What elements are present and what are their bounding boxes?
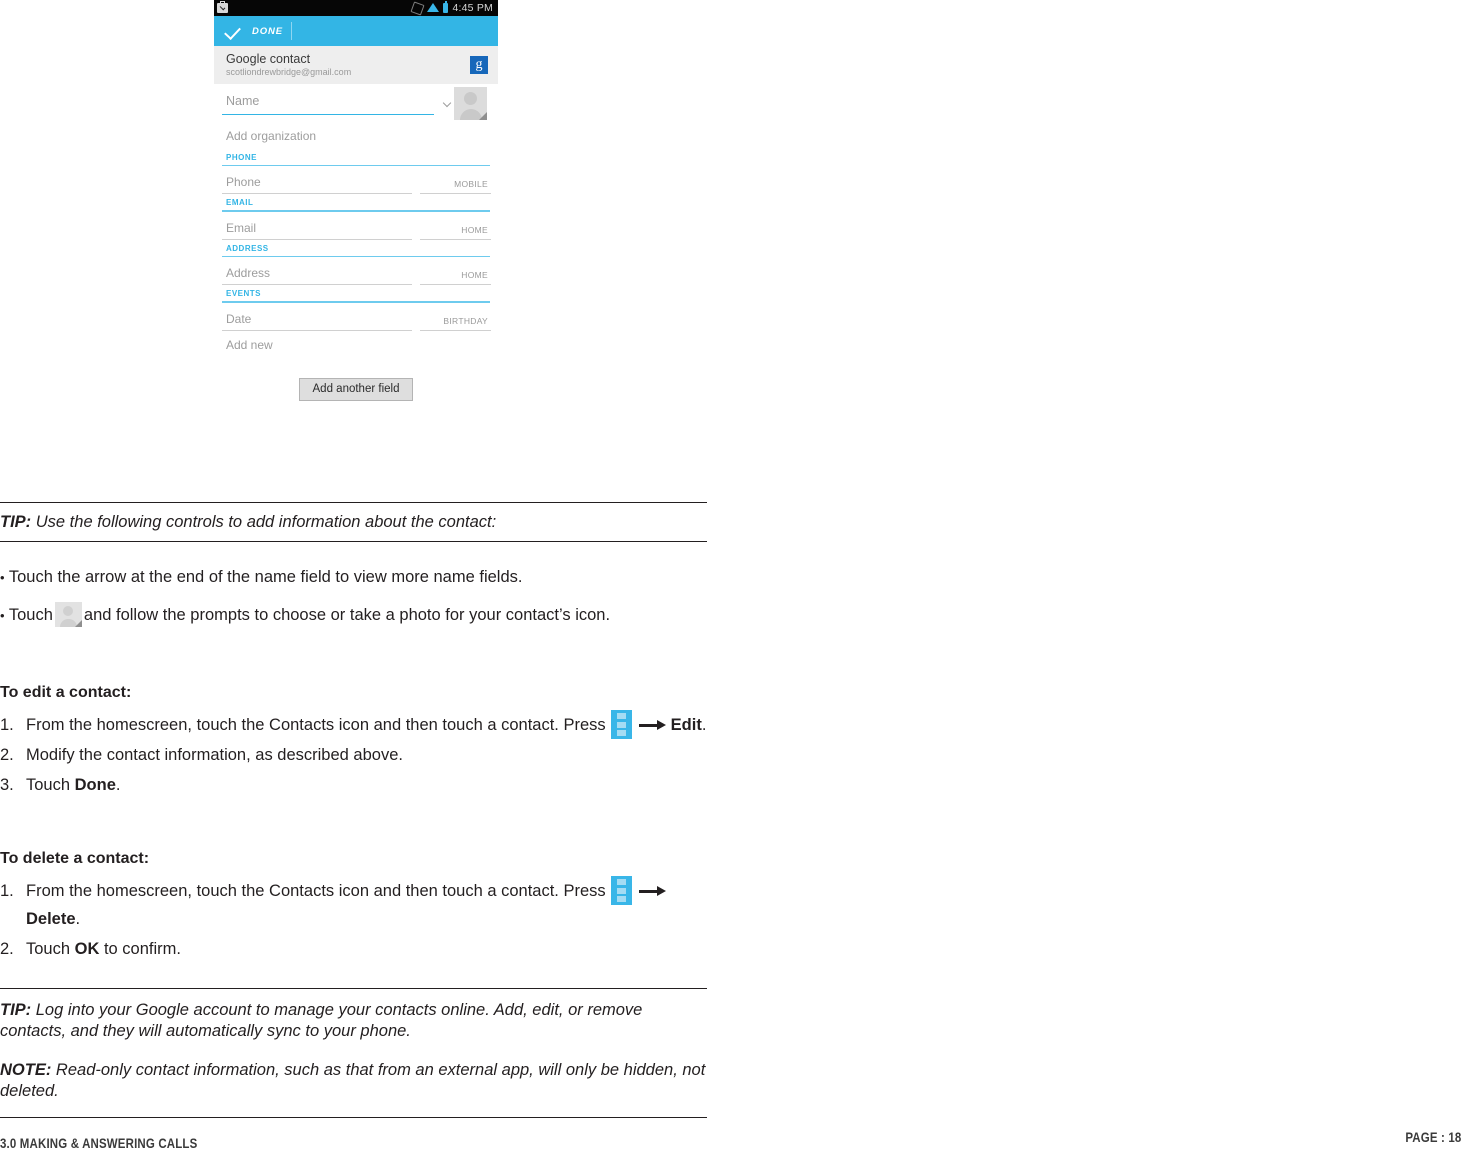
footer-section-label: 3.0 MAKING & ANSWERING CALLS (0, 1135, 198, 1151)
arrow-shaft (638, 890, 659, 893)
bullet-list: • Touch the arrow at the end of the name… (0, 563, 707, 639)
bullet-item-2-post: and follow the prompts to choose or take… (83, 606, 611, 624)
arrow-right-icon (638, 719, 667, 731)
step-number: 2. (0, 940, 14, 958)
bullet-dot: • (0, 570, 5, 585)
arrow-right-icon (638, 885, 667, 897)
bullet-item-1-text: Touch the arrow at the end of the name f… (8, 568, 523, 586)
overflow-menu-icon (610, 876, 632, 905)
step-delete-1-text: From the homescreen, touch the Contacts … (26, 882, 606, 900)
step-delete-1-bold: Delete (26, 910, 76, 928)
tip-top-rule-above (0, 502, 707, 503)
step-number: 3. (0, 776, 14, 794)
step-edit-3-bold: Done (74, 776, 116, 794)
steps-edit-contact: 1. From the homescreen, touch the Contact… (0, 710, 707, 801)
tip-top-text: Use the following controls to add inform… (31, 513, 497, 531)
document-body: TIP: Use the following controls to add i… (0, 0, 1461, 1155)
tip-top-rule-below (0, 541, 707, 542)
bullet-item-2: • Touch and follow the prompts to choose … (0, 601, 707, 630)
tip-bottom-label: TIP: (0, 1001, 32, 1019)
avatar-head-shape (63, 606, 74, 616)
bullet-item-1: • Touch the arrow at the end of the name… (0, 563, 707, 592)
step-edit-3: 3. Touch Done. (0, 771, 707, 799)
footer-page-number: PAGE : 18 (1404, 1129, 1461, 1145)
step-delete-1: 1. From the homescreen, touch the Contact… (0, 876, 707, 933)
heading-edit-contact: To edit a contact: (0, 684, 132, 701)
step-number: 1. (0, 882, 14, 900)
note-bottom-label: NOTE: (0, 1061, 52, 1079)
step-edit-2-text: Modify the contact information, as descr… (26, 746, 403, 764)
arrow-shaft (638, 724, 659, 727)
step-edit-3-text: Touch (26, 776, 71, 794)
step-number: 1. (0, 716, 14, 734)
photo-expand-corner-icon (74, 620, 82, 627)
step-edit-1: 1. From the homescreen, touch the Contact… (0, 710, 707, 739)
contact-photo-icon (54, 602, 82, 627)
step-edit-1-post: . (701, 716, 707, 734)
steps-delete-contact: 1. From the homescreen, touch the Contact… (0, 876, 707, 965)
footer-rule (0, 1117, 707, 1118)
menu-dot (616, 896, 626, 902)
menu-dot (616, 879, 626, 885)
bullet-item-2-pre: Touch (8, 606, 53, 624)
menu-dot (616, 887, 626, 894)
tip-bottom-text: Log into your Google account to manage y… (0, 1001, 643, 1040)
step-delete-2-text: Touch (26, 940, 71, 958)
step-delete-2-bold: OK (74, 940, 100, 958)
tip-bottom-block: TIP: Log into your Google account to man… (0, 1000, 707, 1042)
step-edit-3-post: . (115, 776, 121, 794)
tip-top-label: TIP: (0, 513, 32, 531)
menu-dot (616, 721, 626, 728)
step-edit-1-bold: Edit (670, 716, 702, 734)
heading-delete-contact: To delete a contact: (0, 850, 150, 867)
note-bottom-block: NOTE: Read-only contact information, suc… (0, 1060, 707, 1102)
overflow-menu-icon (610, 710, 632, 739)
menu-dot (616, 713, 626, 719)
step-edit-1-text: From the homescreen, touch the Contacts … (26, 716, 606, 734)
arrow-head (656, 720, 666, 730)
step-edit-2: 2. Modify the contact information, as des… (0, 741, 707, 769)
tip-bottom-rule-above (0, 988, 707, 989)
bullet-dot: • (0, 608, 5, 623)
step-delete-1-post: . (75, 910, 81, 928)
tip-top-block: TIP: Use the following controls to add i… (0, 512, 707, 533)
step-number: 2. (0, 746, 14, 764)
step-delete-2: 2. Touch OK to confirm. (0, 935, 707, 963)
menu-dot (616, 730, 626, 736)
arrow-head (656, 886, 666, 896)
note-bottom-text: Read-only contact information, such as t… (0, 1061, 706, 1100)
step-delete-2-post: to confirm. (99, 940, 181, 958)
